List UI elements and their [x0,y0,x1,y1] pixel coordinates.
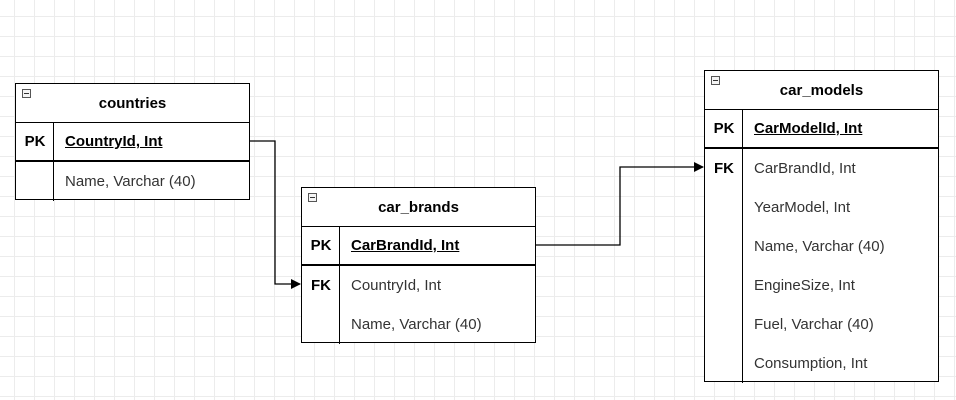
table-row[interactable]: PK CountryId, Int [16,123,249,162]
diagram-canvas: countries PK CountryId, Int Name, Varcha… [0,0,956,400]
field-label: CarModelId, Int [754,120,863,137]
entity-countries[interactable]: countries PK CountryId, Int Name, Varcha… [15,83,250,201]
field-label: CarBrandId, Int [754,160,856,177]
entity-rows: PK CountryId, Int Name, Varchar (40) [16,123,249,201]
collapse-icon[interactable] [22,89,31,98]
collapse-icon[interactable] [711,76,720,85]
field-label: CarBrandId, Int [351,237,460,254]
key-badge: FK [311,277,331,294]
entity-rows: PK CarModelId, Int FK CarBrandId, Int Ye… [705,110,938,383]
table-row[interactable]: EngineSize, Int [705,266,938,305]
entity-header[interactable]: car_brands [302,188,535,227]
table-row[interactable]: FK CountryId, Int [302,266,535,305]
entity-title: car_models [779,81,864,99]
relationship-car-brands-to-car-models[interactable] [535,162,704,246]
entity-header[interactable]: car_models [705,71,938,110]
table-row[interactable]: FK CarBrandId, Int [705,149,938,188]
entity-rows: PK CarBrandId, Int FK CountryId, Int Nam… [302,227,535,344]
field-label: Name, Varchar (40) [65,173,196,190]
relationship-countries-to-car-brands[interactable] [249,140,301,289]
field-label: EngineSize, Int [754,277,855,294]
field-label: Fuel, Varchar (40) [754,316,874,333]
field-label: Name, Varchar (40) [754,238,885,255]
table-row[interactable]: PK CarModelId, Int [705,110,938,149]
key-badge: PK [713,120,735,137]
entity-title: car_brands [378,198,459,216]
table-row[interactable]: Name, Varchar (40) [705,227,938,266]
field-label: Consumption, Int [754,355,868,372]
table-row[interactable]: Consumption, Int [705,344,938,383]
field-label: YearModel, Int [754,199,851,216]
field-label: CountryId, Int [65,133,163,150]
field-label: Name, Varchar (40) [351,316,482,333]
table-row[interactable]: Name, Varchar (40) [16,162,249,201]
key-badge: PK [24,133,46,150]
entity-car-models[interactable]: car_models PK CarModelId, Int FK CarBran… [704,70,939,383]
collapse-icon[interactable] [308,193,317,202]
entity-car-brands[interactable]: car_brands PK CarBrandId, Int FK Country… [301,187,536,344]
table-row[interactable]: PK CarBrandId, Int [302,227,535,266]
field-label: CountryId, Int [351,277,442,294]
entity-header[interactable]: countries [16,84,249,123]
key-badge: FK [714,160,734,177]
key-badge: PK [310,237,332,254]
table-row[interactable]: Fuel, Varchar (40) [705,305,938,344]
table-row[interactable]: Name, Varchar (40) [302,305,535,344]
table-row[interactable]: YearModel, Int [705,188,938,227]
entity-title: countries [98,94,167,112]
